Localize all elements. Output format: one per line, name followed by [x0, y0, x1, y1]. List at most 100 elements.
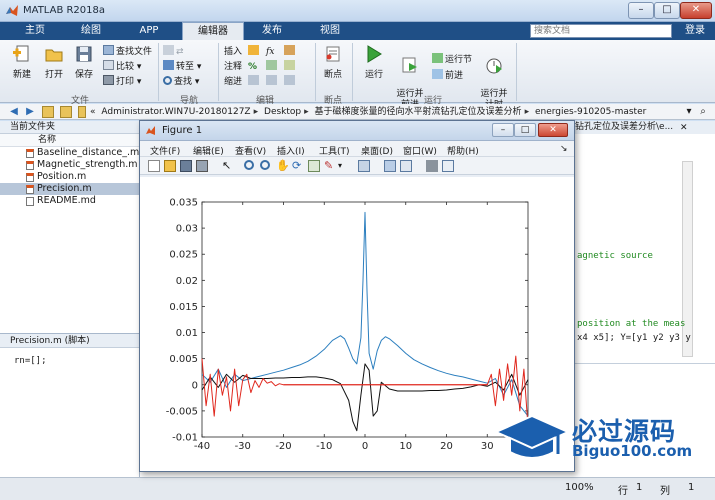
- figure-title-bar[interactable]: Figure 1 – □ ✕: [140, 121, 574, 141]
- zoom-out-icon[interactable]: [260, 160, 270, 170]
- goto-button[interactable]: 转至 ▾: [163, 60, 201, 74]
- tab-editor[interactable]: 编辑器: [182, 22, 244, 40]
- code-line[interactable]: agnetic source: [577, 251, 653, 261]
- brush-dropdown-icon[interactable]: ▾: [338, 160, 350, 172]
- print-button[interactable]: 打印 ▾: [103, 75, 141, 89]
- find-files-icon: [103, 45, 114, 55]
- legend-icon[interactable]: [400, 160, 412, 172]
- name-column-header[interactable]: 名称: [0, 134, 139, 147]
- indent-button[interactable]: 缩进: [224, 75, 242, 89]
- percent-comment-icon[interactable]: %: [248, 60, 257, 74]
- menu-view[interactable]: 查看(V): [235, 144, 266, 157]
- save-button[interactable]: 保存: [70, 44, 98, 80]
- m-file-icon: [26, 161, 34, 170]
- compare-icon: [103, 60, 114, 70]
- figure-close-button[interactable]: ✕: [538, 123, 568, 137]
- up-folder-icon[interactable]: [42, 106, 54, 118]
- wrap-comments-icon[interactable]: [266, 60, 279, 74]
- find-files-button[interactable]: 查找文件: [103, 45, 152, 59]
- save-figure-icon[interactable]: [180, 160, 192, 172]
- insert-dropdown-icon[interactable]: [284, 45, 297, 59]
- search-input[interactable]: 搜索文档: [530, 24, 672, 38]
- back-arrow-icon[interactable]: ◀: [8, 106, 20, 118]
- menu-window[interactable]: 窗口(W): [403, 144, 437, 157]
- figure-minimize-button[interactable]: –: [492, 123, 514, 137]
- forward-arrow-icon[interactable]: ▶: [24, 106, 36, 118]
- smart-indent-icon[interactable]: [248, 75, 261, 89]
- breadcrumb-item[interactable]: Administrator.WIN7U-20180127Z: [101, 105, 250, 119]
- data-cursor-icon[interactable]: [308, 160, 320, 172]
- file-row[interactable]: Magnetic_strength.m: [0, 159, 139, 171]
- file-name: Precision.m: [37, 183, 92, 194]
- hide-tools-icon[interactable]: [426, 160, 438, 172]
- breadcrumb-item[interactable]: Desktop: [264, 105, 301, 119]
- compare-button[interactable]: 比较 ▾: [103, 60, 141, 74]
- editor-close-icon[interactable]: ✕: [680, 123, 688, 133]
- tab-view[interactable]: 视图: [304, 22, 356, 40]
- code-line[interactable]: x4 x5]; Y=[y1 y2 y3 y: [577, 333, 691, 343]
- tab-plots[interactable]: 绘图: [66, 22, 116, 40]
- code-line[interactable]: position at the meas: [577, 319, 685, 329]
- path-dropdown-icon[interactable]: ▾: [683, 106, 695, 118]
- find-button[interactable]: 查找 ▾: [163, 75, 199, 89]
- new-button[interactable]: 新建: [8, 44, 36, 80]
- minimize-button[interactable]: –: [628, 2, 654, 19]
- brush-icon[interactable]: ✎: [324, 160, 336, 172]
- m-file-icon: [26, 173, 34, 182]
- save-label: 保存: [74, 70, 93, 80]
- file-row[interactable]: README.md: [0, 195, 139, 207]
- new-figure-icon[interactable]: [148, 160, 160, 172]
- breakpoints-button[interactable]: 断点: [320, 44, 346, 80]
- advance-button[interactable]: 前进: [432, 69, 463, 83]
- menu-file[interactable]: 文件(F): [150, 144, 180, 157]
- pointer-icon[interactable]: ↖: [222, 160, 234, 172]
- breadcrumb-item[interactable]: 基于磁梯度张量的径向水平射流钻孔定位及误差分析: [315, 105, 522, 119]
- comment-button[interactable]: 注释: [224, 60, 242, 74]
- root-folder-icon[interactable]: [78, 106, 86, 118]
- tab-home[interactable]: 主页: [14, 22, 56, 40]
- insert-section-icon[interactable]: [248, 45, 261, 59]
- path-search-icon[interactable]: ⌕: [697, 106, 709, 118]
- goto-label: 转至: [176, 62, 195, 72]
- open-button[interactable]: 打开: [40, 44, 68, 80]
- breadcrumb: « Administrator.WIN7U-20180127Z ▸ Desktop…: [90, 105, 649, 119]
- browse-folder-icon[interactable]: [60, 106, 72, 118]
- figure-maximize-button[interactable]: □: [514, 123, 536, 137]
- open-label: 打开: [44, 70, 63, 80]
- decrease-indent-icon[interactable]: [266, 75, 279, 89]
- close-button[interactable]: ✕: [680, 2, 712, 19]
- colorbar-icon[interactable]: [384, 160, 396, 172]
- nav-arrows[interactable]: ⇄: [163, 45, 184, 59]
- fx-button[interactable]: fx: [266, 45, 274, 59]
- menu-edit[interactable]: 编辑(E): [193, 144, 224, 157]
- increase-indent-icon[interactable]: [284, 75, 297, 89]
- menu-tools[interactable]: 工具(T): [319, 144, 350, 157]
- menu-insert[interactable]: 插入(I): [277, 144, 305, 157]
- printer-icon: [103, 75, 114, 85]
- menu-help[interactable]: 帮助(H): [447, 144, 479, 157]
- editor-tab-title[interactable]: 钻孔定位及误差分析\e...: [572, 121, 715, 134]
- insert-button[interactable]: 插入: [224, 45, 242, 59]
- open-file-icon[interactable]: [164, 160, 176, 172]
- link-plot-icon[interactable]: [358, 160, 370, 172]
- file-row[interactable]: Baseline_distance_.m: [0, 147, 139, 159]
- pan-hand-icon[interactable]: ✋: [276, 160, 290, 172]
- maximize-button[interactable]: □: [654, 2, 680, 19]
- rotate-3d-icon[interactable]: ⟳: [292, 160, 304, 172]
- tab-publish[interactable]: 发布: [250, 22, 294, 40]
- breadcrumb-overflow[interactable]: «: [90, 105, 96, 119]
- uncomment-icon[interactable]: [284, 60, 297, 74]
- menu-dock-icon[interactable]: ↘: [560, 144, 568, 154]
- run-and-time-button[interactable]: 运行并 计时: [478, 44, 510, 111]
- breadcrumb-item[interactable]: energies-910205-master: [535, 105, 646, 119]
- login-button[interactable]: 登录: [680, 24, 710, 38]
- menu-desktop[interactable]: 桌面(D): [361, 144, 393, 157]
- print-figure-icon[interactable]: [196, 160, 208, 172]
- tab-apps[interactable]: APP: [124, 22, 174, 40]
- file-row[interactable]: Position.m: [0, 171, 139, 183]
- file-row-selected[interactable]: Precision.m: [0, 183, 139, 195]
- run-section-button[interactable]: 运行节: [432, 53, 472, 67]
- run-button[interactable]: 运行: [360, 44, 388, 80]
- show-tools-icon[interactable]: [442, 160, 454, 172]
- zoom-in-icon[interactable]: [244, 160, 254, 170]
